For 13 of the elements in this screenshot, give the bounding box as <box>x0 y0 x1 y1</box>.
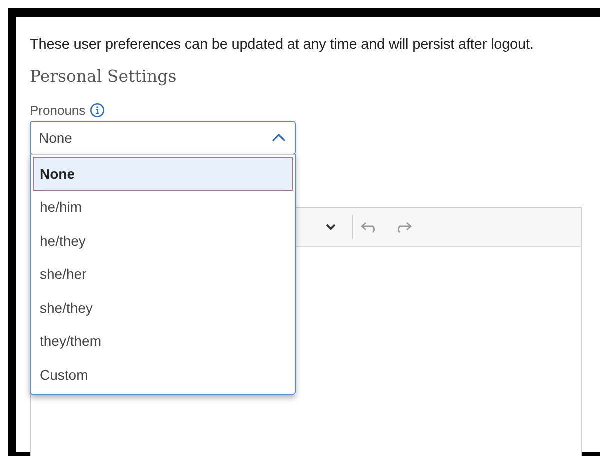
dropdown-option[interactable]: she/her <box>33 258 293 291</box>
section-title: Personal Settings <box>30 67 178 86</box>
intro-text: These user preferences can be updated at any time and will persist after logout. <box>30 37 535 53</box>
dropdown-option[interactable]: None <box>33 157 293 190</box>
field-label: Pronouns <box>30 103 86 118</box>
dropdown-option[interactable]: she/they <box>33 291 293 324</box>
dropdown-option[interactable]: they/them <box>33 324 293 358</box>
pronouns-select[interactable]: None <box>30 121 296 155</box>
info-icon[interactable] <box>90 103 105 118</box>
dropdown-option[interactable]: he/him <box>33 190 293 224</box>
dropdown-option[interactable]: he/they <box>33 224 293 258</box>
chevron-up-icon <box>271 133 287 143</box>
dropdown-option[interactable]: Custom <box>33 358 293 392</box>
